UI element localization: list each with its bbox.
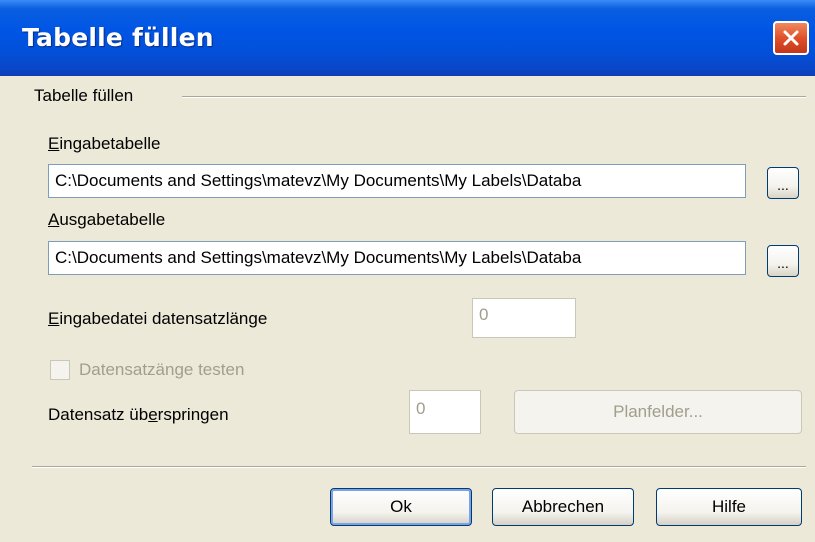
group-label: Tabelle füllen: [34, 86, 134, 105]
input-table-label-accesskey: E: [48, 134, 60, 153]
test-record-label: Datensatzänge testen: [79, 360, 245, 379]
skip-record-label-after: rspringen: [157, 405, 229, 424]
output-table-label-accesskey: A: [48, 210, 60, 229]
output-table-label: Ausgabetabelle: [48, 210, 165, 230]
skip-record-value: 0: [416, 399, 426, 418]
dialog-window: Tabelle füllen Tabelle füllen Eingabetab…: [0, 0, 815, 542]
record-length-label: Eingabedatei datensatzlänge: [48, 309, 267, 329]
skip-record-field[interactable]: 0: [409, 390, 481, 434]
output-table-label-text: usgabetabelle: [59, 210, 166, 229]
skip-record-label-accesskey: e: [148, 405, 158, 424]
input-table-field[interactable]: C:\Documents and Settings\matevz\My Docu…: [48, 164, 746, 198]
output-table-value: C:\Documents and Settings\matevz\My Docu…: [55, 248, 582, 267]
test-record-checkbox[interactable]: [50, 360, 70, 380]
close-button[interactable]: [773, 21, 809, 55]
record-length-field[interactable]: 0: [472, 298, 576, 338]
skip-record-label: Datensatz überspringen: [48, 405, 229, 425]
skip-record-label-before: Datensatz üb: [48, 405, 149, 424]
input-table-browse-button[interactable]: ...: [767, 167, 799, 199]
title-bar[interactable]: Tabelle füllen: [0, 0, 815, 76]
input-table-label: Eingabetabelle: [48, 134, 161, 154]
record-length-label-text: ingabedatei datensatzlänge: [59, 309, 268, 328]
close-x-icon: [783, 30, 799, 46]
help-button[interactable]: Hilfe: [656, 488, 802, 526]
output-table-browse-button[interactable]: ...: [767, 245, 799, 277]
ok-button[interactable]: Ok: [330, 488, 472, 526]
record-length-label-accesskey: E: [48, 309, 60, 328]
record-length-value: 0: [479, 305, 489, 324]
window-title: Tabelle füllen: [22, 23, 214, 52]
bottom-separator: [32, 466, 806, 468]
input-table-value: C:\Documents and Settings\matevz\My Docu…: [55, 171, 582, 190]
group-divider: [182, 96, 806, 98]
output-table-field[interactable]: C:\Documents and Settings\matevz\My Docu…: [48, 241, 746, 275]
planfelder-button[interactable]: Planfelder...: [514, 390, 802, 434]
cancel-button[interactable]: Abbrechen: [492, 488, 634, 526]
input-table-label-text: ingabetabelle: [59, 134, 161, 153]
